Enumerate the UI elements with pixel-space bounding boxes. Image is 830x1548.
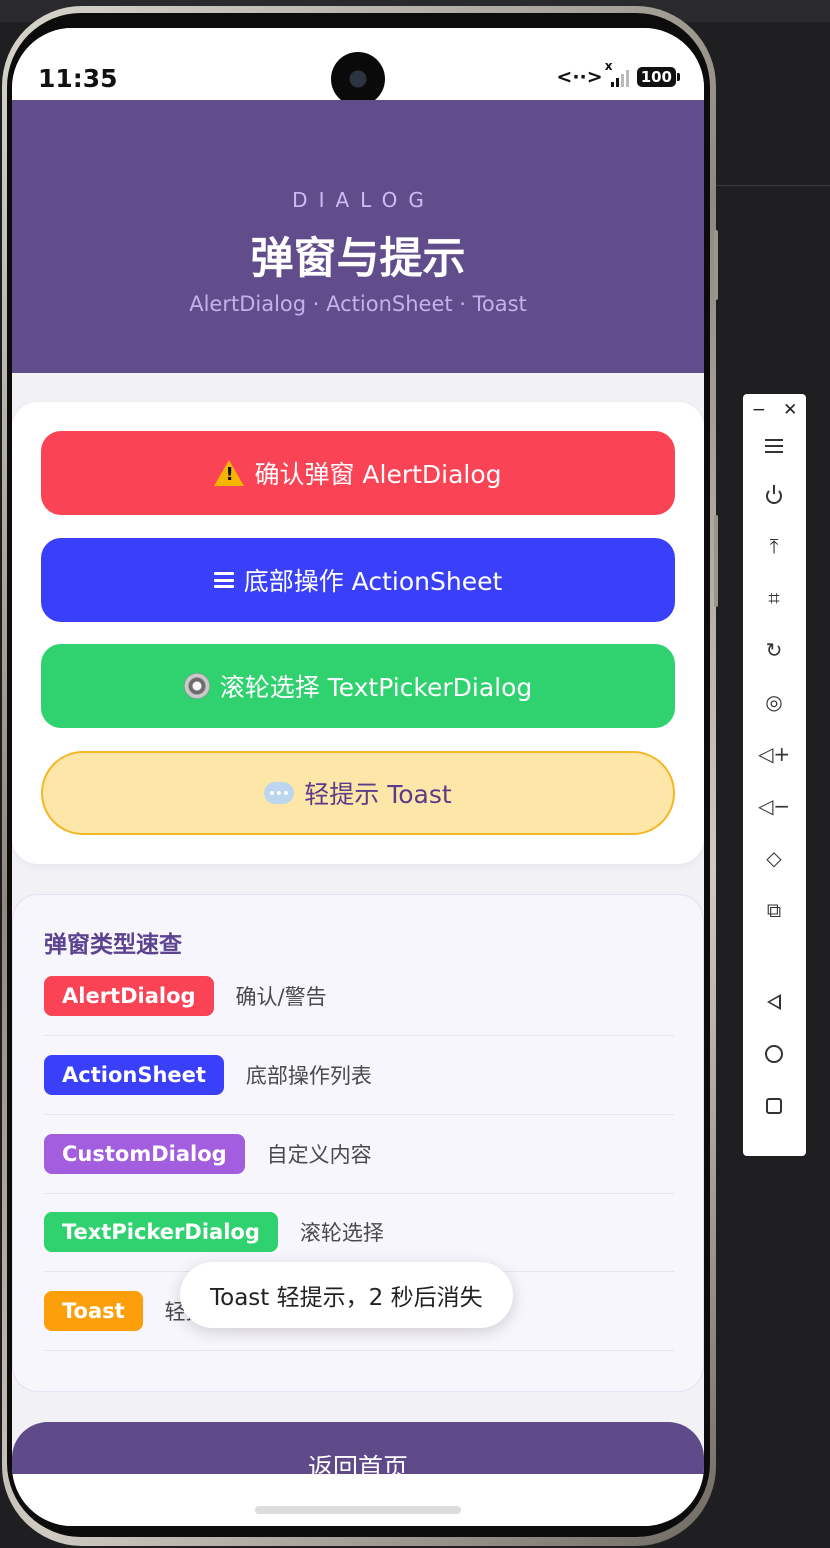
phone-screen: 11:35 <··> x 100 DIALOG 弹窗与提示 AlertDialo… bbox=[12, 28, 704, 1526]
type-tag: CustomDialog bbox=[44, 1134, 245, 1174]
power-icon[interactable] bbox=[760, 482, 788, 510]
button-label: 确认弹窗 AlertDialog bbox=[254, 460, 502, 489]
crop-icon[interactable]: ⌗ bbox=[760, 584, 788, 612]
status-time: 11:35 bbox=[38, 64, 118, 93]
back-icon[interactable] bbox=[760, 988, 788, 1016]
dialog-buttons-card: 确认弹窗 AlertDialog 底部操作 ActionSheet 滚轮选择 T… bbox=[12, 402, 704, 864]
type-description: 自定义内容 bbox=[266, 1143, 372, 1167]
speech-bubble-icon bbox=[264, 782, 295, 804]
menu-icon[interactable] bbox=[760, 432, 788, 460]
pin-to-top-icon[interactable]: ⤒ bbox=[760, 532, 788, 560]
type-description: 底部操作列表 bbox=[245, 1064, 372, 1088]
gear-icon bbox=[183, 673, 210, 699]
action-sheet-button[interactable]: 底部操作 ActionSheet bbox=[41, 538, 675, 622]
recents-icon[interactable] bbox=[760, 1092, 788, 1120]
navigation-bar bbox=[12, 1474, 704, 1526]
warning-icon bbox=[214, 460, 245, 486]
type-description: 滚轮选择 bbox=[299, 1221, 384, 1245]
phone-side-button[interactable] bbox=[714, 515, 718, 607]
type-tag: AlertDialog bbox=[44, 976, 214, 1016]
list-item: AlertDialog 确认/警告 bbox=[44, 957, 674, 1036]
button-label: 轻提示 Toast bbox=[304, 780, 452, 809]
fold-icon[interactable]: ◇ bbox=[760, 844, 788, 872]
status-bar: 11:35 <··> x 100 bbox=[12, 28, 704, 106]
toast-message: Toast 轻提示，2 秒后消失 bbox=[180, 1262, 513, 1328]
volume-up-icon[interactable]: ◁+ bbox=[758, 740, 790, 768]
volume-down-icon[interactable]: ◁− bbox=[758, 792, 790, 820]
multi-device-icon[interactable]: ⧉ bbox=[760, 896, 788, 924]
toast-button[interactable]: 轻提示 Toast bbox=[41, 751, 675, 835]
home-icon[interactable] bbox=[760, 1040, 788, 1068]
emulator-toolbar: − ✕ ⤒ ⌗ ↻ ◎ ◁+ ◁− ◇ ⧉ bbox=[743, 394, 806, 1156]
type-description: 确认/警告 bbox=[235, 985, 327, 1009]
close-button[interactable]: ✕ bbox=[783, 400, 797, 420]
front-camera bbox=[331, 52, 385, 106]
toolbar-window-controls: − ✕ bbox=[743, 400, 806, 420]
alert-dialog-button[interactable]: 确认弹窗 AlertDialog bbox=[41, 431, 675, 515]
menu-icon bbox=[213, 572, 234, 588]
phone-side-button[interactable] bbox=[714, 230, 718, 300]
button-label: 底部操作 ActionSheet bbox=[243, 567, 503, 596]
button-label: 滚轮选择 TextPickerDialog bbox=[219, 673, 533, 702]
header-subtitle: AlertDialog · ActionSheet · Toast bbox=[189, 292, 527, 316]
text-picker-dialog-button[interactable]: 滚轮选择 TextPickerDialog bbox=[41, 644, 675, 728]
page-header: DIALOG 弹窗与提示 AlertDialog · ActionSheet ·… bbox=[12, 100, 704, 373]
status-icons: <··> x 100 bbox=[556, 59, 681, 88]
type-tag: TextPickerDialog bbox=[44, 1212, 278, 1252]
screenshot-icon[interactable]: ◎ bbox=[760, 688, 788, 716]
home-indicator[interactable] bbox=[255, 1506, 461, 1514]
no-signal-mark: x bbox=[604, 59, 613, 73]
network-activity-icon: <··> bbox=[556, 66, 603, 88]
page-title: 弹窗与提示 bbox=[250, 234, 466, 284]
list-item: CustomDialog 自定义内容 bbox=[44, 1115, 674, 1194]
divider bbox=[714, 185, 830, 186]
list-item: ActionSheet 底部操作列表 bbox=[44, 1036, 674, 1115]
type-tag: ActionSheet bbox=[44, 1055, 224, 1095]
battery-icon: 100 bbox=[636, 67, 681, 87]
type-tag: Toast bbox=[44, 1291, 143, 1331]
signal-icon: x bbox=[605, 59, 629, 87]
header-kicker: DIALOG bbox=[292, 188, 435, 212]
minimize-button[interactable]: − bbox=[752, 400, 766, 420]
list-item: TextPickerDialog 滚轮选择 bbox=[44, 1193, 674, 1272]
rotate-icon[interactable]: ↻ bbox=[760, 636, 788, 664]
reference-title: 弹窗类型速查 bbox=[44, 932, 182, 958]
